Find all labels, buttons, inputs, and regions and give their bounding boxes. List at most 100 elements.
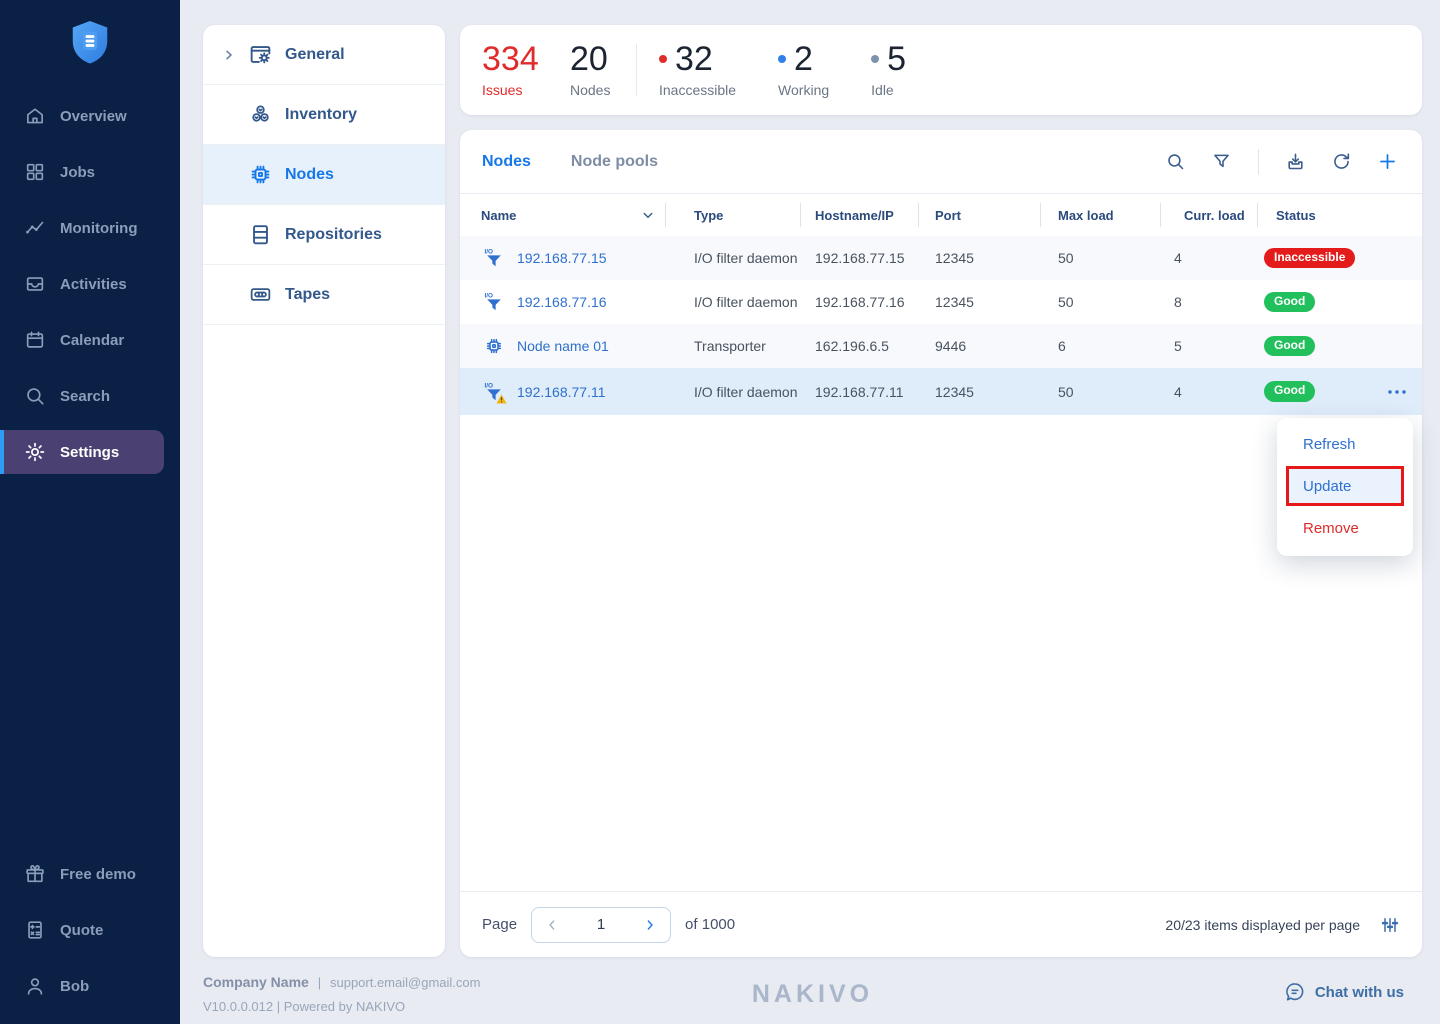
stat-inaccessible: 32 Inaccessible bbox=[659, 42, 736, 98]
row-more-menu-button[interactable] bbox=[1384, 383, 1410, 401]
idle-label: Idle bbox=[871, 82, 906, 98]
sidebar-item-settings[interactable]: Settings bbox=[0, 430, 164, 474]
cell-name: I/O 192.168.77.15 bbox=[460, 247, 665, 269]
user-icon bbox=[24, 975, 46, 997]
cell-actions bbox=[1372, 383, 1422, 401]
column-header-curr-load[interactable]: Curr. load bbox=[1160, 194, 1257, 236]
inaccessible-count: 32 bbox=[675, 42, 713, 76]
tab-nodes[interactable]: Nodes bbox=[482, 153, 531, 171]
sidebar-item-label: Search bbox=[60, 388, 110, 405]
column-label: Port bbox=[935, 208, 961, 223]
next-page-icon[interactable] bbox=[642, 917, 658, 933]
stats-divider bbox=[636, 44, 637, 96]
chip-icon bbox=[248, 162, 273, 187]
menu-item-refresh[interactable]: Refresh bbox=[1277, 424, 1413, 464]
column-header-port[interactable]: Port bbox=[918, 194, 1040, 236]
sidebar-item-user[interactable]: Bob bbox=[0, 958, 180, 1014]
refresh-icon[interactable] bbox=[1331, 151, 1352, 172]
sidebar-item-quote[interactable]: Quote bbox=[0, 902, 180, 958]
panel-toolbar: Nodes Node pools bbox=[460, 130, 1422, 194]
trend-icon bbox=[24, 217, 46, 239]
sidebar-bottom-group: Free demo Quote Bob bbox=[0, 846, 180, 1024]
settings-nav-general[interactable]: General bbox=[203, 25, 445, 85]
sort-chevron-down-icon[interactable] bbox=[639, 206, 657, 224]
status-badge: Inaccessible bbox=[1264, 248, 1355, 268]
io-filter-icon: I/O bbox=[484, 291, 504, 313]
working-label: Working bbox=[778, 82, 829, 98]
column-header-max-load[interactable]: Max load bbox=[1040, 194, 1160, 236]
cell-type: I/O filter daemon bbox=[665, 384, 800, 400]
import-icon[interactable] bbox=[1285, 151, 1306, 172]
stat-idle: 5 Idle bbox=[871, 42, 906, 98]
footer-company-block: Company Name | support.email@gmail.com V… bbox=[203, 974, 480, 1014]
sidebar-item-calendar[interactable]: Calendar bbox=[0, 312, 180, 368]
settings-nav-nodes[interactable]: Nodes bbox=[203, 145, 445, 205]
cell-name: I/O 192.168.77.11 bbox=[460, 381, 665, 403]
sidebar-item-overview[interactable]: Overview bbox=[0, 88, 180, 144]
cell-port: 9446 bbox=[918, 338, 1040, 354]
total-pages-label: of 1000 bbox=[685, 916, 735, 933]
column-label: Curr. load bbox=[1184, 208, 1245, 223]
pagination-right: 20/23 items displayed per page bbox=[1165, 915, 1400, 935]
filter-icon[interactable] bbox=[1211, 151, 1232, 172]
node-name-link[interactable]: 192.168.77.15 bbox=[517, 250, 607, 266]
gray-dot-icon bbox=[871, 55, 879, 63]
settings-nav-label: Inventory bbox=[285, 106, 357, 124]
inaccessible-label: Inaccessible bbox=[659, 82, 736, 98]
cell-type: Transporter bbox=[665, 338, 800, 354]
sidebar-item-free-demo[interactable]: Free demo bbox=[0, 846, 180, 902]
sidebar-item-jobs[interactable]: Jobs bbox=[0, 144, 180, 200]
separator: | bbox=[318, 975, 321, 990]
support-email[interactable]: support.email@gmail.com bbox=[330, 975, 480, 990]
table-row-selected[interactable]: I/O 192.168.77.11 I/O filter daemon 192.… bbox=[460, 368, 1422, 415]
sidebar-item-activities[interactable]: Activities bbox=[0, 256, 180, 312]
status-badge: Good bbox=[1264, 381, 1315, 401]
node-name-link[interactable]: 192.168.77.16 bbox=[517, 294, 607, 310]
sidebar: Overview Jobs Monitoring Activities bbox=[0, 0, 180, 1024]
toolbar-divider bbox=[1258, 149, 1259, 175]
node-name-link[interactable]: Node name 01 bbox=[517, 338, 609, 354]
search-icon[interactable] bbox=[1165, 151, 1186, 172]
add-icon[interactable] bbox=[1377, 151, 1398, 172]
chevron-right-icon[interactable] bbox=[221, 47, 237, 63]
prev-page-icon[interactable] bbox=[544, 917, 560, 933]
column-label: Name bbox=[481, 208, 516, 223]
column-header-hostname[interactable]: Hostname/IP bbox=[800, 194, 918, 236]
tape-icon bbox=[248, 282, 273, 307]
sidebar-item-label: Overview bbox=[60, 108, 127, 125]
panel-tabs: Nodes Node pools bbox=[482, 153, 658, 171]
table-row[interactable]: Node name 01 Transporter 162.196.6.5 944… bbox=[460, 324, 1422, 368]
menu-item-update[interactable]: Update bbox=[1289, 469, 1401, 503]
column-header-actions bbox=[1372, 194, 1422, 236]
column-header-type[interactable]: Type bbox=[665, 194, 800, 236]
sidebar-item-search[interactable]: Search bbox=[0, 368, 180, 424]
nodes-summary-card: 334 Issues 20 Nodes 32 Inaccessible 2 Wo… bbox=[460, 25, 1422, 115]
transporter-chip-icon bbox=[484, 335, 504, 357]
table-row[interactable]: I/O 192.168.77.16 I/O filter daemon 192.… bbox=[460, 280, 1422, 324]
svg-text:I/O: I/O bbox=[485, 293, 494, 300]
column-header-name[interactable]: Name bbox=[460, 194, 665, 236]
current-page[interactable]: 1 bbox=[597, 916, 605, 933]
tab-node-pools[interactable]: Node pools bbox=[571, 153, 658, 171]
settings-nav-repositories[interactable]: Repositories bbox=[203, 205, 445, 265]
settings-nav-label: Repositories bbox=[285, 226, 382, 244]
column-header-status[interactable]: Status bbox=[1257, 194, 1372, 236]
sidebar-item-monitoring[interactable]: Monitoring bbox=[0, 200, 180, 256]
table-row[interactable]: I/O 192.168.77.15 I/O filter daemon 192.… bbox=[460, 236, 1422, 280]
chat-with-us-button[interactable]: Chat with us bbox=[1284, 981, 1404, 1003]
pagination-bar: Page 1 of 1000 20/23 items displayed per… bbox=[460, 891, 1422, 957]
settings-nav-inventory[interactable]: Inventory bbox=[203, 85, 445, 145]
calendar-icon bbox=[24, 329, 46, 351]
sidebar-item-label: Activities bbox=[60, 276, 127, 293]
sidebar-item-label: Free demo bbox=[60, 866, 136, 883]
node-name-link[interactable]: 192.168.77.11 bbox=[517, 384, 606, 400]
version-info: V10.0.0.012 | Powered by NAKIVO bbox=[203, 999, 480, 1014]
cell-status: Good bbox=[1257, 381, 1372, 401]
sliders-icon[interactable] bbox=[1380, 915, 1400, 935]
menu-item-remove[interactable]: Remove bbox=[1277, 508, 1413, 548]
settings-nav-tapes[interactable]: Tapes bbox=[203, 265, 445, 325]
cell-max-load: 50 bbox=[1040, 294, 1160, 310]
home-icon bbox=[24, 105, 46, 127]
status-badge: Good bbox=[1264, 336, 1315, 356]
annotation-update-highlight: Update bbox=[1286, 466, 1404, 506]
